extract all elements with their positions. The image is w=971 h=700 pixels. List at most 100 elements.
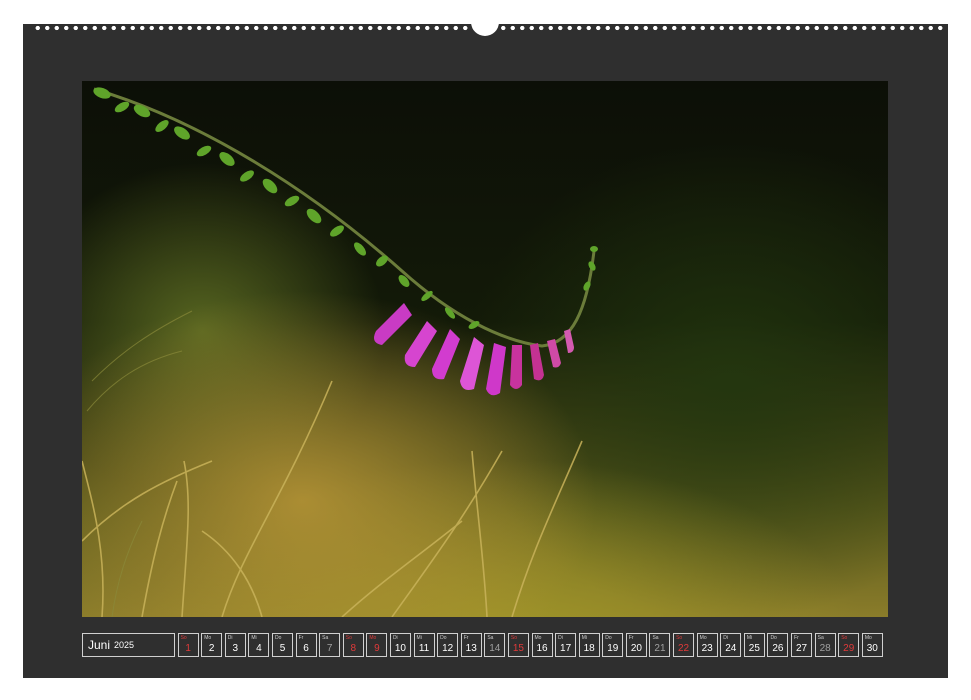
day-cell: Do 12 (437, 633, 459, 657)
day-cell: Di 17 (555, 633, 577, 657)
weekday-label: Fr (298, 635, 304, 641)
weekday-label: Di (723, 635, 728, 641)
weekday-label: Do (440, 635, 447, 641)
weekday-label: So (676, 635, 683, 641)
day-number: 3 (232, 643, 239, 654)
day-number: 26 (772, 643, 784, 654)
weekday-label: Do (605, 635, 612, 641)
weekday-label: Sa (322, 635, 329, 641)
day-number: 30 (866, 643, 878, 654)
year-label: 2025 (114, 640, 135, 650)
weekday-label: Mi (251, 635, 257, 641)
month-label: Juni 2025 (82, 633, 175, 657)
spiral-binding (0, 0, 971, 16)
weekday-label: Sa (487, 635, 494, 641)
day-number: 10 (394, 643, 406, 654)
day-number: 28 (819, 643, 831, 654)
weekday-label: Mi (746, 635, 753, 641)
day-cell: Sa 7 (319, 633, 341, 657)
day-cell: Fr 6 (295, 633, 317, 657)
day-number: 19 (607, 643, 619, 654)
weekday-label: Do (770, 635, 777, 641)
day-cell: So 1 (177, 633, 199, 657)
weekday-label: Mo (864, 635, 872, 641)
weekday-label: Fr (628, 635, 634, 641)
day-cell: So 15 (507, 633, 529, 657)
month-name: Juni (88, 638, 111, 652)
day-cells: So 1 Mo 2 Di 3 Mi 4 Do 5 Fr 6 Sa 7 So 8 Mo 9 Di 10 Mi 11 Do 12 F… (177, 633, 883, 659)
leaves (93, 87, 598, 329)
stem (93, 87, 596, 348)
weekday-label: So (345, 635, 352, 641)
day-cell: Do 26 (767, 633, 789, 657)
weekday-label: Mo (369, 635, 377, 641)
day-number: 6 (303, 643, 309, 654)
day-number: 29 (843, 643, 855, 654)
weekday-label: Mi (581, 635, 587, 641)
day-number: 20 (630, 643, 642, 654)
day-number: 11 (418, 643, 430, 654)
day-cell: Mi 18 (578, 633, 600, 657)
weekday-label: Mo (204, 635, 212, 641)
day-cell: Mo 30 (861, 633, 883, 657)
grass (82, 380, 583, 617)
day-cell: Mi 25 (743, 633, 765, 657)
day-number: 9 (374, 643, 380, 654)
day-cell: Di 10 (389, 633, 411, 657)
day-number: 13 (465, 643, 477, 654)
day-number: 22 (678, 643, 690, 654)
day-number: 23 (701, 643, 713, 654)
weekday-label: Di (558, 635, 563, 641)
day-cell: Mo 16 (531, 633, 553, 657)
day-cell: Sa 28 (814, 633, 836, 657)
day-cell: So 22 (673, 633, 695, 657)
day-number: 24 (725, 643, 737, 654)
day-cell: Sa 14 (484, 633, 506, 657)
day-cell: Fr 27 (791, 633, 813, 657)
weekday-label: So (841, 635, 848, 641)
weekday-label: Sa (817, 635, 824, 641)
day-cell: Do 19 (602, 633, 624, 657)
month-bar: Juni 2025 So 1 Mo 2 Di 3 Mi 4 Do 5 Fr 6 Sa 7 So 8 Mo 9 Di 1… (82, 633, 890, 659)
day-number: 7 (326, 643, 333, 654)
foxglove-image (82, 87, 598, 617)
weekday-label: Mo (699, 635, 707, 641)
weekday-label: So (510, 635, 518, 641)
day-number: 25 (748, 643, 760, 654)
day-number: 4 (256, 643, 262, 654)
weekday-label: Sa (652, 635, 659, 641)
weekday-label: Di (392, 635, 398, 641)
day-number: 18 (583, 643, 595, 654)
day-number: 27 (795, 643, 808, 654)
day-number: 12 (442, 643, 454, 654)
day-cell: Mo 9 (366, 633, 388, 657)
day-cell: Fr 20 (625, 633, 647, 657)
day-number: 17 (560, 643, 572, 654)
day-number: 8 (350, 643, 357, 654)
day-cell: So 29 (838, 633, 860, 657)
weekday-label: Di (227, 635, 233, 641)
day-cell: Do 5 (271, 633, 293, 657)
day-cell: Di 24 (720, 633, 742, 657)
day-number: 2 (208, 643, 215, 654)
day-number: 21 (654, 643, 666, 654)
day-cell: Mo 2 (201, 633, 223, 657)
day-number: 14 (489, 643, 501, 654)
day-number: 16 (536, 643, 548, 654)
weekday-label: Fr (794, 635, 799, 641)
weekday-label: Fr (463, 635, 469, 641)
day-cell: Mi 11 (413, 633, 435, 657)
day-cell: Mi 4 (248, 633, 270, 657)
day-cell: Sa 21 (649, 633, 671, 657)
weekday-label: So (180, 635, 187, 641)
day-cell: Fr 13 (460, 633, 482, 657)
day-cell: So 8 (342, 633, 364, 657)
day-number: 5 (279, 643, 286, 654)
day-cell: Mo 23 (696, 633, 718, 657)
flower-bells (374, 303, 574, 396)
day-number: 15 (512, 643, 524, 654)
weekday-label: Mi (416, 635, 422, 641)
weekday-label: Mo (534, 635, 542, 641)
weekday-label: Do (274, 635, 282, 641)
day-cell: Di 3 (224, 633, 246, 657)
